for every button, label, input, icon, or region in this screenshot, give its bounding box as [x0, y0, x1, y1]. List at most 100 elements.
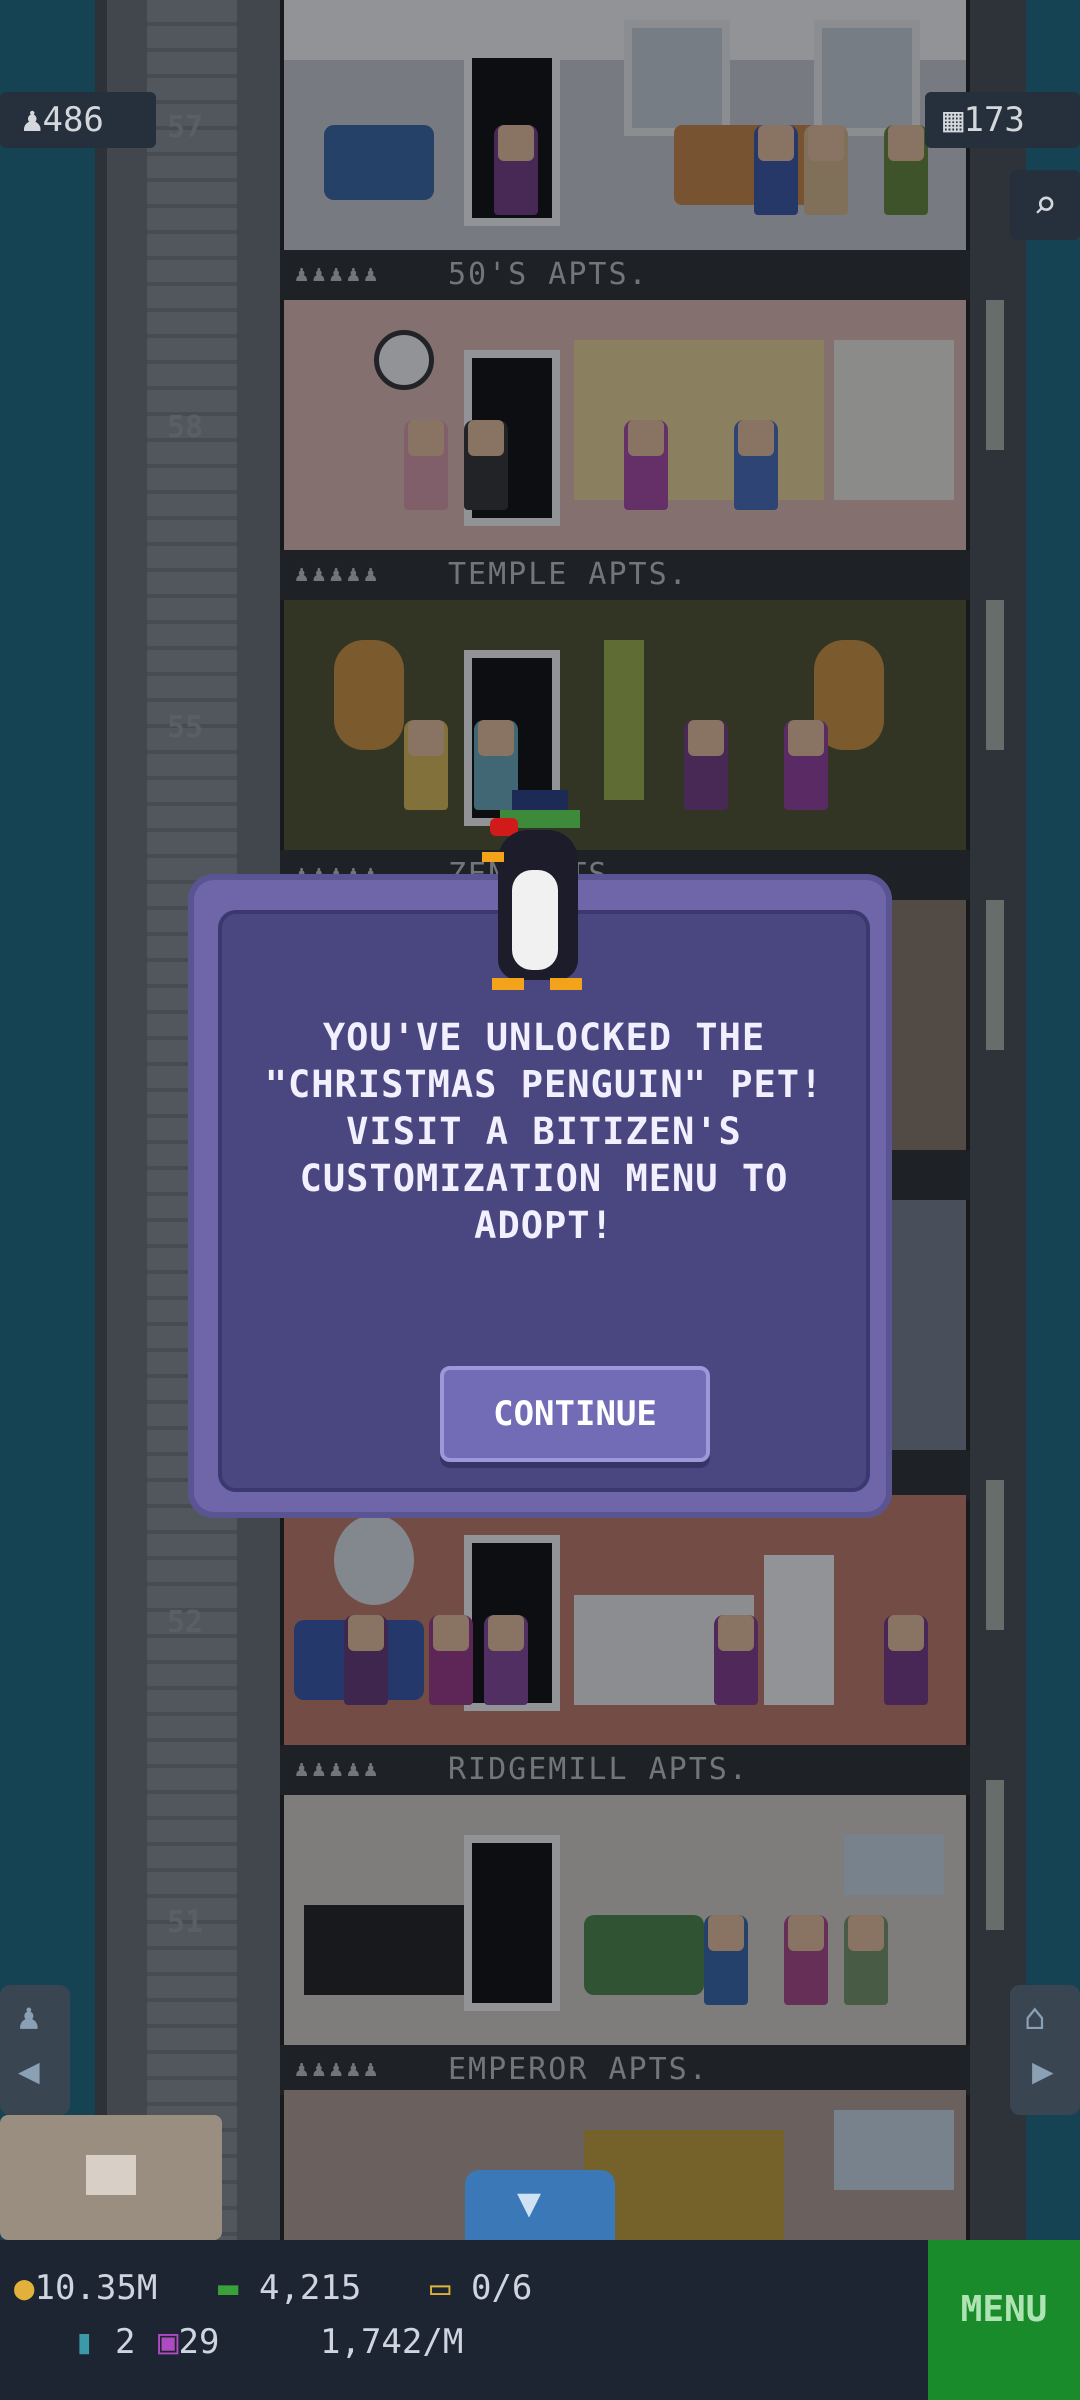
kitchen-cabinets — [574, 340, 824, 500]
dialog-panel: YOU'VE UNLOCKED THE "CHRISTMAS PENGUIN" … — [218, 910, 870, 1492]
dialog-message: YOU'VE UNLOCKED THE "CHRISTMAS PENGUIN" … — [264, 1016, 824, 1247]
plant — [604, 640, 644, 800]
room-interior — [284, 0, 966, 250]
resident-icons: ♟♟♟♟♟ — [295, 262, 382, 287]
search-button[interactable]: ⌕ — [1010, 170, 1080, 240]
floor-number: 57 — [167, 110, 204, 145]
room-interior — [284, 1495, 966, 1745]
floor-50s-apts[interactable]: ♟♟♟♟♟ 50'S APTS. — [280, 0, 970, 300]
statue — [334, 640, 404, 750]
bitizen — [624, 420, 668, 510]
bitizen — [344, 1615, 388, 1705]
menu-button[interactable]: MENU — [928, 2240, 1080, 2400]
chevron-down-icon: ▼ — [517, 2180, 542, 2226]
room-interior — [284, 300, 966, 550]
wall-light — [986, 900, 1004, 1050]
floor-number: 58 — [167, 410, 204, 445]
population-value: 486 — [42, 100, 104, 140]
bitizen — [484, 1615, 528, 1705]
tv-icon: ▣ — [158, 2322, 179, 2362]
bitizen — [754, 125, 798, 215]
bitizen — [884, 1615, 928, 1705]
bitizen — [704, 1915, 748, 2005]
floor-counter[interactable]: ▦173 — [925, 92, 1080, 148]
ticket-icon: ▭ — [430, 2268, 451, 2308]
penguin-belly — [512, 870, 558, 970]
floor-number: 52 — [167, 1605, 204, 1640]
bitizen — [784, 720, 828, 810]
arrow-left-icon: ◀ — [18, 2051, 40, 2092]
lobby-button[interactable]: ⌂ ▶ — [1010, 1985, 1080, 2115]
coin-icon: ● — [14, 2268, 35, 2308]
mirror — [334, 1515, 414, 1605]
key-icon: ▮ — [74, 2322, 95, 2362]
window — [834, 2110, 954, 2190]
floor-temple-apts[interactable]: ♟♟♟♟♟ TEMPLE APTS. — [280, 300, 970, 600]
bitizen — [884, 125, 928, 215]
floor-label: ♟♟♟♟♟ 50'S APTS. — [280, 250, 970, 300]
wall-light — [986, 1480, 1004, 1630]
bitizen — [429, 1615, 473, 1705]
building-icon: ▦ — [943, 100, 964, 140]
floor-name: 50'S APTS. — [448, 257, 649, 292]
home-icon: ⌂ — [1024, 1997, 1046, 2038]
bitizen — [464, 420, 508, 510]
window — [844, 1835, 944, 1895]
bitizen — [404, 420, 448, 510]
penguin-foot — [492, 978, 524, 990]
resident-icons: ♟♟♟♟♟ — [295, 562, 382, 587]
floor-label: ♟♟♟♟♟ RIDGEMILL APTS. — [280, 1745, 970, 1795]
floor-name: TEMPLE APTS. — [448, 557, 689, 592]
clock — [374, 330, 434, 390]
wall-light — [986, 600, 1004, 750]
room-interior — [284, 1795, 966, 2045]
bitizen — [804, 125, 848, 215]
floor-emperor-apts[interactable]: ♟♟♟♟♟ EMPEROR APTS. — [280, 1795, 970, 2095]
income-rate: 1,742/M — [320, 2322, 464, 2362]
resident-icons: ♟♟♟♟♟ — [295, 1757, 382, 1782]
wall-light — [986, 1780, 1004, 1930]
bitizen — [494, 125, 538, 215]
bux-icon: ▬ — [218, 2268, 239, 2308]
room-interior — [284, 2090, 966, 2250]
sink-unit — [834, 340, 954, 500]
floor-label: ♟♟♟♟♟ TEMPLE APTS. — [280, 550, 970, 600]
wall-light — [986, 300, 1004, 450]
sofa — [584, 1915, 704, 1995]
tickets-display: ▭ 0/6 — [430, 2268, 533, 2308]
person-icon: ♟ — [18, 1997, 40, 2038]
coins-display: ●10.35M — [14, 2268, 158, 2308]
fridge — [764, 1555, 834, 1705]
resident-icons: ♟♟♟♟♟ — [295, 2057, 382, 2082]
penguin-pet-icon — [478, 790, 603, 995]
search-icon: ⌕ — [1032, 182, 1058, 228]
population-counter[interactable]: ♟486 — [0, 92, 156, 148]
bottom-hud: ●10.35M ▬ 4,215 ▭ 0/6 ▮ 2 ▣29 1,742/M ME… — [0, 2240, 1080, 2400]
person-icon: ♟ — [22, 100, 43, 140]
sofa — [324, 125, 434, 200]
floor-name: RIDGEMILL APTS. — [448, 1752, 749, 1787]
apartment-door — [464, 1835, 560, 2011]
room-interior — [284, 600, 966, 850]
floor-zen-apts[interactable]: ♟♟♟♟♟ ZEN APTS. — [280, 600, 970, 900]
floor-number: 51 — [167, 1905, 204, 1940]
bitizen — [784, 1915, 828, 2005]
penguin-beak — [482, 852, 504, 862]
tv-display: ▣29 — [158, 2322, 220, 2362]
floor-count-value: 173 — [963, 100, 1025, 140]
bitizen — [844, 1915, 888, 2005]
window — [814, 20, 920, 136]
top-hat — [512, 790, 568, 810]
floor-partial[interactable] — [280, 2090, 970, 2250]
floor-name: EMPEROR APTS. — [448, 2052, 709, 2087]
scroll-down-button[interactable]: ▼ — [465, 2170, 615, 2240]
bitizen — [714, 1615, 758, 1705]
elevator-down-button[interactable]: ♟ ◀ — [0, 1985, 70, 2115]
floor-ridgemill-apts[interactable]: ♟♟♟♟♟ RIDGEMILL APTS. — [280, 1495, 970, 1795]
window — [624, 20, 730, 136]
tower-right-wall — [966, 0, 1026, 2250]
bitizen — [684, 720, 728, 810]
continue-button[interactable]: CONTINUE — [440, 1366, 710, 1462]
floor-label: ♟♟♟♟♟ EMPEROR APTS. — [280, 2045, 970, 2095]
storage-box-button[interactable] — [0, 2115, 222, 2240]
